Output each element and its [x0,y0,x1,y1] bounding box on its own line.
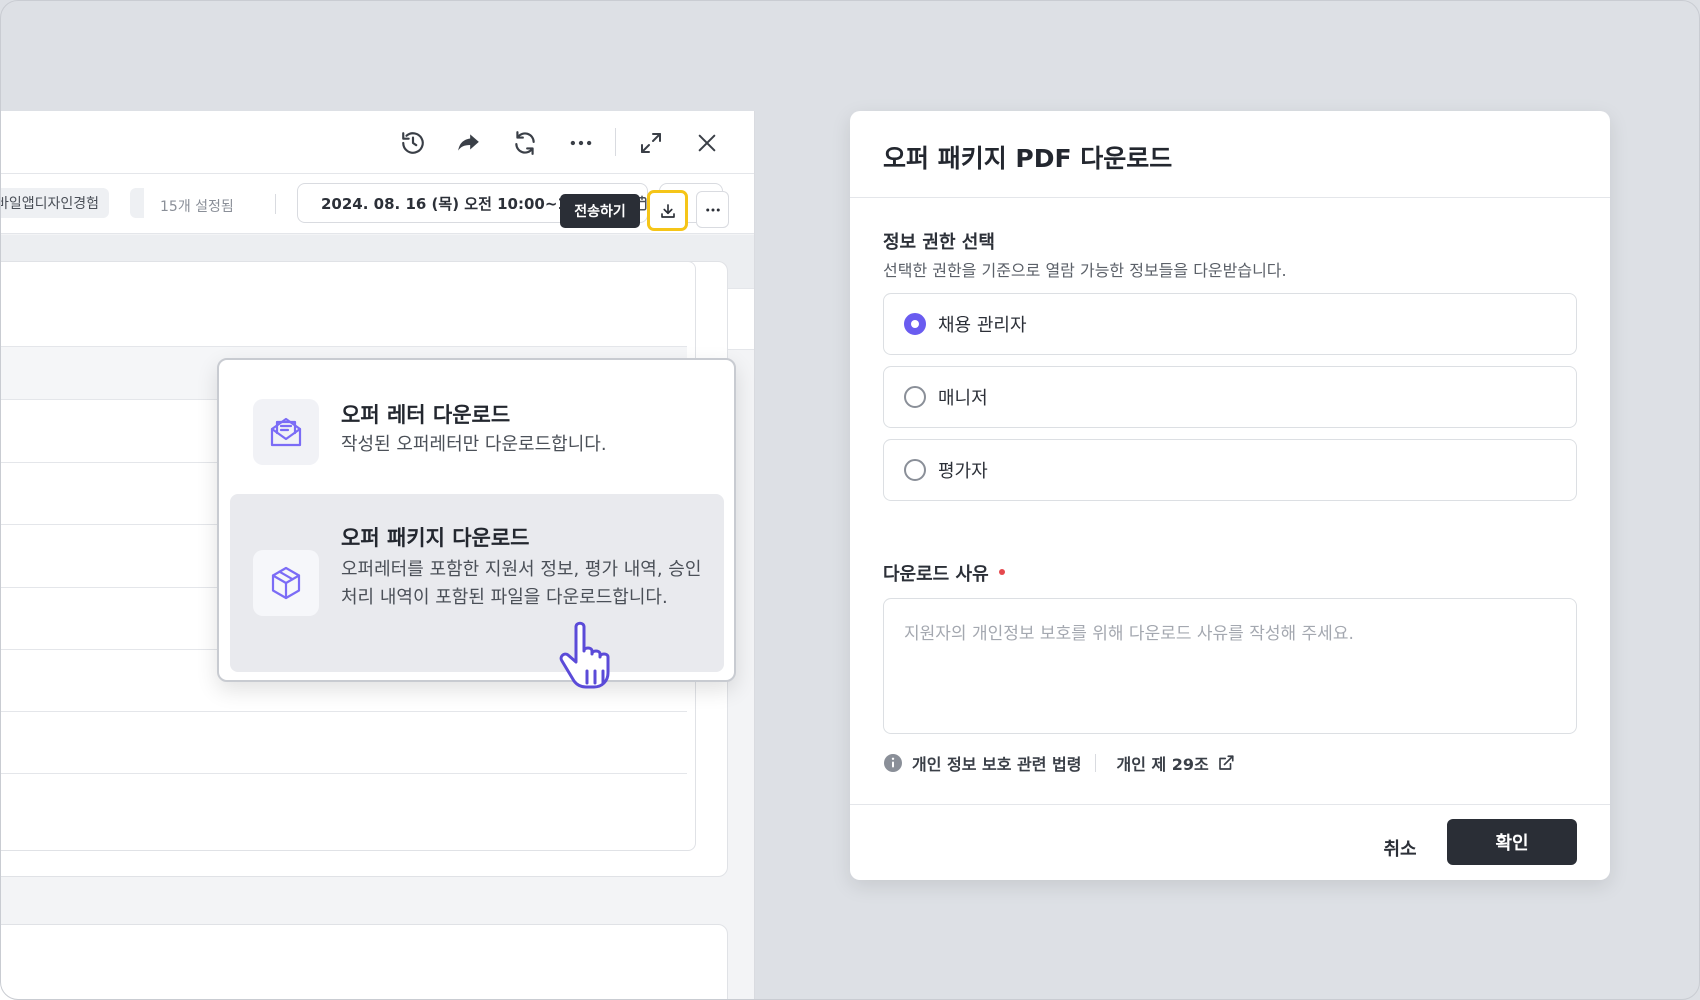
info-bar: 바일앱디자인경험 15개 설정됨 2024. 08. 16 (목) 오전 10:… [0,174,754,234]
more-icon[interactable] [566,128,596,158]
dialog-header: 오퍼 패키지 PDF 다운로드 [850,111,1610,198]
share-icon[interactable] [453,128,483,158]
law-divider [1095,754,1097,772]
reason-textarea[interactable] [883,598,1577,734]
confirm-button[interactable]: 확인 [1447,819,1577,865]
radio-label: 평가자 [938,461,988,482]
expand-icon[interactable] [636,128,666,158]
radio-checked-icon[interactable] [904,313,926,335]
more-actions-button[interactable] [696,191,729,228]
menu-item-title: 오퍼 패키지 다운로드 [341,526,530,550]
dialog-footer-divider [850,804,1610,805]
download-menu: 오퍼 레터 다운로드 작성된 오퍼레터만 다운로드합니다. 오퍼 패키지 다운로… [217,358,736,682]
download-button[interactable] [647,190,688,231]
law-link[interactable]: 개인 제 29조 [1116,751,1208,775]
envelope-icon [253,399,319,465]
required-indicator [998,569,1005,575]
table-row-divider [0,711,687,712]
job-tag-label: 바일앱디자인경험 [0,196,100,212]
bottom-card [0,924,728,1000]
radio-unchecked-icon[interactable] [904,386,926,408]
law-label: 개인 정보 보호 관련 법령 [912,755,1082,774]
dialog-title: 오퍼 패키지 PDF 다운로드 [883,144,1173,173]
permission-title: 정보 권한 선택 [883,232,995,253]
reason-title-label: 다운로드 사유 [883,564,989,585]
radio-label: 매니저 [938,388,988,409]
menu-item-desc: 작성된 오퍼레터만 다운로드합니다. [341,434,607,455]
radio-unchecked-icon[interactable] [904,459,926,481]
hand-cursor-icon [559,621,610,689]
info-divider [275,194,276,214]
more-horizontal-icon [705,208,720,211]
history-icon[interactable] [398,128,428,158]
download-icon [660,203,675,218]
external-link-icon[interactable] [1217,754,1235,772]
radio-option-evaluator[interactable]: 평가자 [883,439,1577,501]
send-button[interactable]: 전송하기 [560,194,640,228]
toolbar-divider [615,128,616,156]
pdf-download-dialog: 오퍼 패키지 PDF 다운로드 정보 권한 선택 선택한 권한을 기준으로 열람… [850,111,1610,880]
table-row-divider [0,773,687,774]
panel-toolbar [0,111,754,174]
job-tag[interactable]: 바일앱디자인경험 [0,188,110,218]
menu-item-desc: 오퍼레터를 포함한 지원서 정보, 평가 내역, 승인 처리 내역이 포함된 파… [341,559,702,608]
reason-title: 다운로드 사유 [883,560,1005,586]
cancel-button[interactable]: 취소 [1365,825,1435,871]
info-icon [884,754,902,772]
refresh-icon[interactable] [510,128,540,158]
tag-pill-edge [130,188,144,218]
radio-option-manager[interactable]: 매니저 [883,366,1577,428]
menu-item-title: 오퍼 레터 다운로드 [341,403,511,427]
settings-count: 15개 설정됨 [160,199,234,215]
menu-item-offer-package[interactable]: 오퍼 패키지 다운로드 오퍼레터를 포함한 지원서 정보, 평가 내역, 승인 … [230,494,724,672]
menu-item-offer-letter[interactable]: 오퍼 레터 다운로드 작성된 오퍼레터만 다운로드합니다. [230,382,724,482]
close-icon[interactable] [692,128,722,158]
package-icon [253,550,319,616]
law-info-row: 개인 정보 보호 관련 법령 개인 제 29조 [883,751,1235,775]
radio-option-hiring-manager[interactable]: 채용 관리자 [883,293,1577,355]
radio-label: 채용 관리자 [938,315,1027,336]
permission-desc: 선택한 권한을 기준으로 열람 가능한 정보들을 다운받습니다. [883,261,1287,280]
